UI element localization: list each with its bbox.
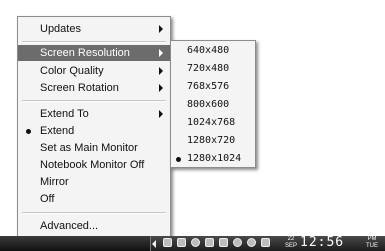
menu-item-screen-resolution[interactable]: Screen Resolution xyxy=(18,45,170,61)
resolution-label: 1280x1024 xyxy=(187,153,242,164)
resolution-option[interactable]: 640x480 xyxy=(171,43,255,59)
resolution-option[interactable]: 800x600 xyxy=(171,97,255,113)
monitor-tray-icon[interactable] xyxy=(177,238,186,247)
volume-tray-icon[interactable] xyxy=(233,238,242,247)
menu-separator xyxy=(22,212,166,214)
resolution-option[interactable]: 1024x768 xyxy=(171,115,255,131)
resolution-option[interactable]: 720x480 xyxy=(171,61,255,77)
submenu-arrow-icon xyxy=(159,67,163,75)
resolution-option[interactable]: 768x576 xyxy=(171,79,255,95)
submenu-arrow-icon xyxy=(159,110,163,118)
menu-item-notebook-monitor-off[interactable]: Notebook Monitor Off xyxy=(18,157,170,173)
menu-item-extend[interactable]: Extend xyxy=(18,123,170,139)
submenu-arrow-icon xyxy=(159,49,163,57)
menu-item-label: Set as Main Monitor xyxy=(40,142,138,154)
ampm-label: PM xyxy=(367,236,377,242)
menu-item-label: Screen Rotation xyxy=(40,82,119,94)
tray-date[interactable]: 22 SEP xyxy=(284,236,298,251)
radio-bullet-icon xyxy=(176,157,181,162)
menu-separator xyxy=(22,41,166,43)
screen-resolution-submenu: 640x480 720x480 768x576 800x600 1024x768… xyxy=(170,40,256,168)
tray-ampm: PM TUE xyxy=(365,236,379,250)
menu-item-label: Advanced... xyxy=(40,220,99,232)
menu-item-extend-to[interactable]: Extend To xyxy=(18,106,170,122)
radio-bullet-icon xyxy=(26,129,31,134)
resolution-label: 768x576 xyxy=(187,81,230,92)
weekday-label: TUE xyxy=(366,243,378,249)
menu-item-label: Screen Resolution xyxy=(40,47,130,59)
tray-clock[interactable]: 12:56 xyxy=(300,235,344,250)
menu-item-label: Off xyxy=(40,193,55,205)
network-tray-icon[interactable] xyxy=(205,238,214,247)
display-context-menu: Updates Screen Resolution Color Quality … xyxy=(17,16,171,238)
menu-item-label: Notebook Monitor Off xyxy=(40,159,145,171)
resolution-label: 1024x768 xyxy=(187,117,236,128)
date-month: SEP xyxy=(284,243,297,249)
display-tray-icon[interactable] xyxy=(163,238,172,247)
menu-item-label: Mirror xyxy=(40,176,69,188)
chat-tray-icon[interactable] xyxy=(261,238,270,247)
menu-item-label: Updates xyxy=(40,23,81,35)
menu-item-color-quality[interactable]: Color Quality xyxy=(18,63,170,79)
menu-item-updates[interactable]: Updates xyxy=(18,21,170,37)
submenu-arrow-icon xyxy=(159,84,163,92)
resolution-label: 640x480 xyxy=(187,45,230,56)
menu-item-label: Extend To xyxy=(40,108,89,120)
menu-separator xyxy=(22,100,166,102)
power-tray-icon[interactable] xyxy=(247,238,256,247)
resolution-option[interactable]: 1280x720 xyxy=(171,133,255,149)
menu-item-label: Extend xyxy=(40,125,75,137)
menu-item-mirror[interactable]: Mirror xyxy=(18,174,170,190)
menu-item-off[interactable]: Off xyxy=(18,191,170,207)
date-day: 22 xyxy=(287,236,295,242)
menu-item-set-as-main-monitor[interactable]: Set as Main Monitor xyxy=(18,140,170,156)
resolution-label: 800x600 xyxy=(187,99,230,110)
menu-item-label: Color Quality xyxy=(40,65,104,77)
resolution-label: 1280x720 xyxy=(187,135,236,146)
menu-item-screen-rotation[interactable]: Screen Rotation xyxy=(18,80,170,96)
resolution-label: 720x480 xyxy=(187,63,230,74)
submenu-arrow-icon xyxy=(159,25,163,33)
app-tray-icon[interactable] xyxy=(219,238,228,247)
shield-tray-icon[interactable] xyxy=(191,238,200,247)
menu-item-advanced[interactable]: Advanced... xyxy=(18,218,170,234)
show-hidden-icons-icon[interactable] xyxy=(152,240,156,248)
resolution-option[interactable]: 1280x1024 xyxy=(171,151,255,167)
